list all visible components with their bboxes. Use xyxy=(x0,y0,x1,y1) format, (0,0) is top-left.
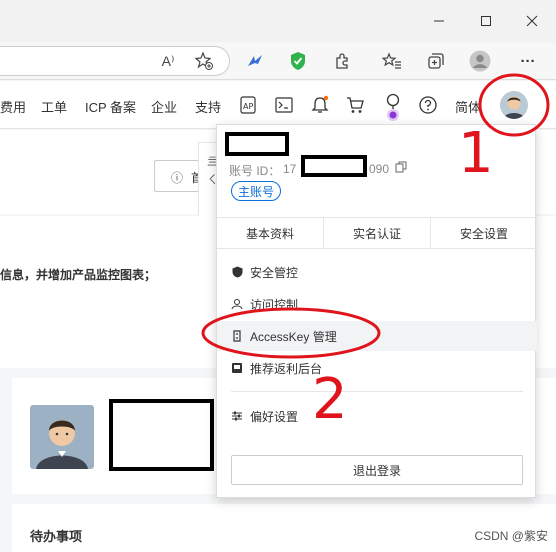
annotation-number-1: 1 xyxy=(458,121,494,186)
gift-icon xyxy=(231,362,243,374)
watermark: CSDN @紫安 xyxy=(474,529,548,543)
help-icon[interactable] xyxy=(417,94,439,116)
read-aloud-label: A⁾ xyxy=(161,52,175,69)
redacted-name-box xyxy=(109,399,214,471)
profile-avatar xyxy=(30,405,94,469)
menu-item-referral[interactable]: 推荐返利后台 xyxy=(217,353,537,383)
cart-icon[interactable] xyxy=(344,94,366,116)
api-icon[interactable]: AP xyxy=(237,94,259,116)
account-id-prefix: 17 xyxy=(283,162,297,176)
avatar xyxy=(503,96,525,119)
menu-item-security-control[interactable]: 安全管控 xyxy=(217,257,537,287)
profile-icon[interactable] xyxy=(468,49,492,73)
menu-item-preferences[interactable]: 偏好设置 xyxy=(217,401,537,431)
logout-button[interactable]: 退出登录 xyxy=(231,455,523,485)
shield-icon xyxy=(231,266,243,278)
info-icon: ⓘ xyxy=(171,171,184,185)
bell-icon[interactable] xyxy=(309,94,331,116)
nav-item-enterprise[interactable]: 企业 xyxy=(151,97,177,116)
account-avatar-button[interactable] xyxy=(500,91,528,119)
maximize-button[interactable] xyxy=(471,8,501,34)
maximize-icon xyxy=(481,16,491,26)
account-id-suffix: 090 xyxy=(369,162,390,176)
access-control-icon xyxy=(231,298,243,310)
copy-icon[interactable] xyxy=(395,161,407,176)
favorites-icon[interactable] xyxy=(380,49,404,73)
window-title-bar xyxy=(0,0,556,42)
close-icon xyxy=(526,15,538,27)
info-text: 信息，并增加产品监控图表； xyxy=(0,268,157,282)
menu-item-access-control[interactable]: 访问控制 xyxy=(217,289,537,319)
language-switch[interactable]: 简体 xyxy=(455,97,481,116)
more-icon: ··· xyxy=(520,52,536,70)
menu-item-label: 访问控制 xyxy=(250,297,299,312)
nav-item-icp[interactable]: ICP 备案 xyxy=(85,97,136,116)
key-icon xyxy=(231,330,243,342)
location-icon[interactable] xyxy=(382,93,404,121)
tab-real-name[interactable]: 实名认证 xyxy=(323,218,430,248)
tab-basic-info[interactable]: 基本资料 xyxy=(217,218,323,248)
nav-item-fees[interactable]: 费用 xyxy=(0,97,26,116)
menu-item-label: 偏好设置 xyxy=(250,409,299,424)
menu-item-label: AccessKey 管理 xyxy=(250,329,337,344)
favorite-add-icon[interactable] xyxy=(192,49,216,73)
shield-extension-icon[interactable] xyxy=(286,49,310,73)
menu-divider xyxy=(231,391,523,392)
menu-item-accesskey[interactable]: AccessKey 管理 xyxy=(217,321,537,351)
main-account-badge: 主账号 xyxy=(231,181,282,201)
redacted-id-box xyxy=(301,155,367,177)
browser-toolbar: A⁾ ··· xyxy=(0,42,556,80)
minimize-button[interactable] xyxy=(424,8,454,34)
nav-item-support[interactable]: 支持 xyxy=(195,97,221,116)
redacted-username-box xyxy=(225,132,289,156)
minimize-icon xyxy=(434,20,444,22)
terminal-icon[interactable] xyxy=(273,94,295,116)
account-id-label: 账号 ID： xyxy=(229,164,281,178)
account-tabs: 基本资料 实名认证 安全设置 xyxy=(217,217,537,249)
collections-icon[interactable] xyxy=(424,49,448,73)
extension-bird-icon[interactable] xyxy=(243,49,267,73)
close-window-button[interactable] xyxy=(517,8,547,34)
sliders-icon xyxy=(231,410,243,422)
read-aloud-icon[interactable]: A⁾ xyxy=(156,49,180,73)
nav-item-tickets[interactable]: 工单 xyxy=(41,97,67,116)
more-menu-button[interactable]: ··· xyxy=(516,49,540,73)
tab-security-settings[interactable]: 安全设置 xyxy=(430,218,537,248)
menu-item-label: 安全管控 xyxy=(250,265,299,280)
extensions-icon[interactable] xyxy=(330,49,354,73)
annotation-number-2: 2 xyxy=(312,367,348,432)
svg-text:AP: AP xyxy=(243,102,253,111)
todo-title: 待办事项 xyxy=(30,529,83,544)
